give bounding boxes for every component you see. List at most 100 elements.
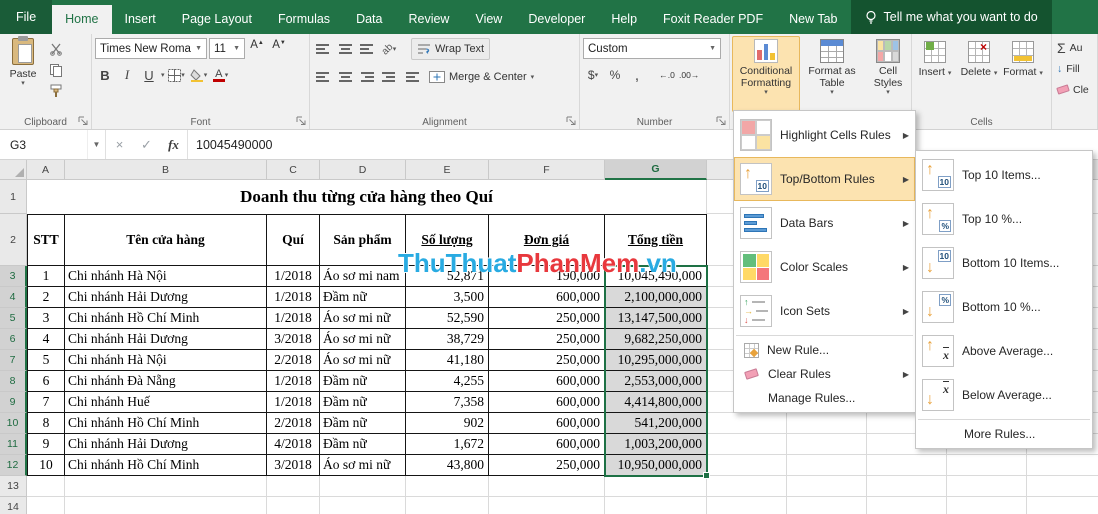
header-cell-price[interactable]: Đơn giá [489,214,605,266]
cell-quarter[interactable]: 1/2018 [267,308,320,329]
menu-item-color-scales[interactable]: Color Scales ▶ [734,245,915,289]
cell-store[interactable]: Chi nhánh Hồ Chí Minh [65,308,267,329]
accounting-format-button[interactable]: $ ▾ [583,65,603,85]
row-header[interactable]: 10 [0,413,27,434]
row-header[interactable]: 5 [0,308,27,329]
cell-store[interactable]: Chi nhánh Hà Nội [65,266,267,287]
cell-total[interactable]: 1,003,200,000 [605,434,707,455]
row-header-2[interactable]: 2 [0,214,27,266]
format-as-table-button[interactable]: Format as Table ▾ [802,36,862,112]
cell-store[interactable]: Chi nhánh Đà Nẵng [65,371,267,392]
cell-qty[interactable]: 1,672 [406,434,489,455]
cell-total[interactable]: 9,682,250,000 [605,329,707,350]
name-box-dropdown[interactable]: ▼ [87,130,105,159]
row-header[interactable]: 3 [0,266,27,287]
empty-cell[interactable] [27,497,65,514]
cell-stt[interactable]: 5 [27,350,65,371]
cell-total[interactable]: 10,950,000,000 [605,455,707,476]
cell-qty[interactable]: 4,255 [406,371,489,392]
cell-product[interactable]: Áo sơ mi nam [320,266,406,287]
menu-item-top-10-percent[interactable]: ↑% Top 10 %... [916,197,1092,241]
menu-item-top-10-items[interactable]: ↑ 10 Top 10 Items... [916,153,1092,197]
menu-item-new-rule[interactable]: New Rule... [734,338,915,362]
header-cell-total[interactable]: Tổng tiền [605,214,707,266]
cell-stt[interactable]: 7 [27,392,65,413]
row-header[interactable]: 12 [0,455,27,476]
clear-button[interactable]: Cle [1052,79,1097,100]
align-right-button[interactable] [357,67,377,87]
cell-stt[interactable]: 8 [27,413,65,434]
empty-cell[interactable] [605,476,707,497]
cell-product[interactable]: Áo sơ mi nữ [320,455,406,476]
menu-item-highlight-cells-rules[interactable]: Highlight Cells Rules ▶ [734,113,915,157]
menu-item-bottom-10-percent[interactable]: ↓% Bottom 10 %... [916,285,1092,329]
column-header-e[interactable]: E [406,160,489,180]
column-header-c[interactable]: C [267,160,320,180]
cell-price[interactable]: 600,000 [489,392,605,413]
ribbon-tab[interactable]: Home [52,5,112,34]
cell-stt[interactable]: 4 [27,329,65,350]
menu-item-more-rules[interactable]: More Rules... [916,422,1092,446]
cell-price[interactable]: 600,000 [489,287,605,308]
cell-stt[interactable]: 1 [27,266,65,287]
ribbon-tab[interactable]: File [0,0,53,34]
ribbon-tab[interactable]: View [462,5,515,34]
ribbon-tab[interactable]: New Tab [776,5,850,34]
cell-qty[interactable]: 7,358 [406,392,489,413]
header-cell-quarter[interactable]: Quí [267,214,320,266]
delete-cells-button[interactable]: × Delete ▾ [958,38,1000,108]
sheet-title-cell[interactable]: Doanh thu từng cửa hàng theo Quí [27,180,707,214]
menu-item-bottom-10-items[interactable]: ↓ 10 Bottom 10 Items... [916,241,1092,285]
cell-product[interactable]: Áo sơ mi nữ [320,329,406,350]
top-align-button[interactable] [313,39,333,59]
cell-store[interactable]: Chi nhánh Hải Dương [65,434,267,455]
cell-price[interactable]: 600,000 [489,413,605,434]
empty-cell[interactable] [267,476,320,497]
menu-item-manage-rules[interactable]: Manage Rules... [734,386,915,410]
font-name-combo[interactable]: Times New Roma ▼ [95,38,207,59]
cell-price[interactable]: 600,000 [489,434,605,455]
row-header[interactable]: 9 [0,392,27,413]
row-header-1[interactable]: 1 [0,180,27,214]
column-header-g-selected[interactable]: G [605,160,707,180]
ribbon-tab[interactable]: Formulas [265,5,343,34]
format-cells-button[interactable]: Format ▾ [1002,38,1044,108]
cell-product[interactable]: Áo sơ mi nữ [320,350,406,371]
cell-quarter[interactable]: 1/2018 [267,287,320,308]
header-cell-product[interactable]: Sản phẩm [320,214,406,266]
cell-qty[interactable]: 43,800 [406,455,489,476]
number-format-combo[interactable]: Custom ▼ [583,38,721,59]
cell-stt[interactable]: 9 [27,434,65,455]
cell-total[interactable]: 541,200,000 [605,413,707,434]
clipboard-dialog-launcher[interactable] [78,116,89,127]
empty-cell[interactable] [320,476,406,497]
cell-product[interactable]: Đầm nữ [320,434,406,455]
cell-store[interactable]: Chi nhánh Huế [65,392,267,413]
cell-quarter[interactable]: 2/2018 [267,413,320,434]
decrease-decimal-button[interactable]: .00→ [679,65,699,85]
decrease-font-size-button[interactable]: A ▼ [269,39,289,59]
column-header-b[interactable]: B [65,160,267,180]
percent-style-button[interactable]: % [605,65,625,85]
cell-store[interactable]: Chi nhánh Hồ Chí Minh [65,413,267,434]
ribbon-tab[interactable]: Insert [112,5,169,34]
align-center-button[interactable] [335,67,355,87]
insert-function-button[interactable]: fx [160,130,187,159]
cell-total[interactable]: 10,045,490,000 [605,266,707,287]
menu-item-above-average[interactable]: ↑ x Above Average... [916,329,1092,373]
cell-price[interactable]: 250,000 [489,308,605,329]
increase-decimal-button[interactable]: ←.0 [657,65,677,85]
cell-product[interactable]: Đầm nữ [320,392,406,413]
cancel-button[interactable]: × [106,130,133,159]
name-box[interactable]: G3 ▼ [0,130,106,159]
cell-qty[interactable]: 3,500 [406,287,489,308]
cell-total[interactable]: 2,100,000,000 [605,287,707,308]
align-left-button[interactable] [313,67,333,87]
merge-center-button[interactable]: Merge & Center ▾ [423,66,540,88]
ribbon-tab[interactable]: Help [598,5,650,34]
underline-button[interactable]: U [139,65,159,85]
ribbon-tab[interactable]: Developer [515,5,598,34]
font-size-combo[interactable]: 11 ▼ [209,38,245,59]
autosum-button[interactable]: Σ Au [1052,37,1097,58]
empty-cell[interactable] [406,476,489,497]
